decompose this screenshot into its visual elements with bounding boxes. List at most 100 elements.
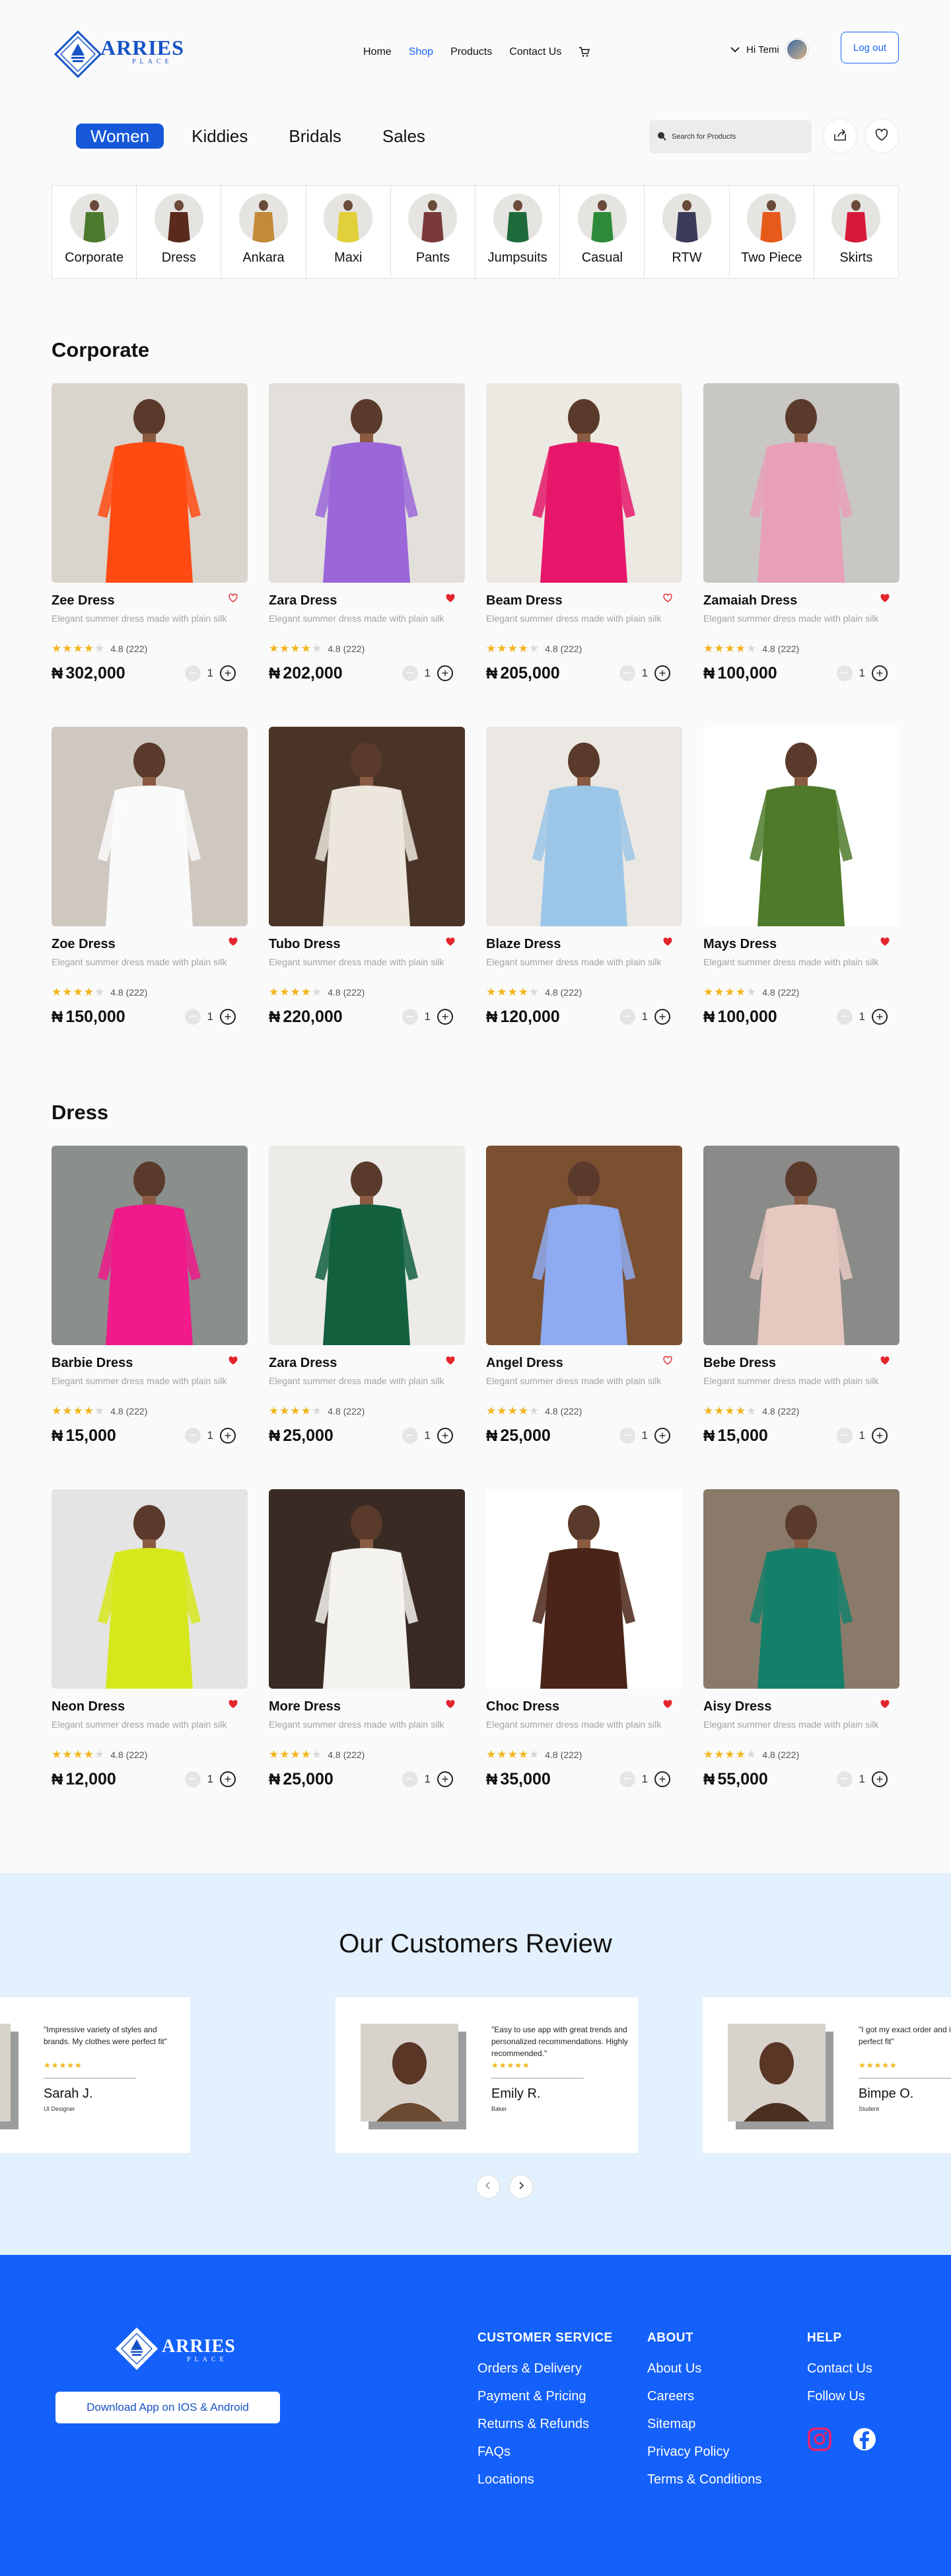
subcategory-item[interactable]: Ankara: [221, 186, 306, 278]
logout-button[interactable]: Log out: [841, 32, 899, 63]
footer-link[interactable]: Follow Us: [807, 2389, 872, 2404]
heart-icon[interactable]: [880, 937, 890, 947]
subcategory-item[interactable]: Dress: [137, 186, 222, 278]
heart-icon[interactable]: [662, 937, 673, 947]
footer-link[interactable]: Orders & Delivery: [477, 2361, 613, 2376]
heart-icon[interactable]: [880, 1356, 890, 1366]
product-card[interactable]: Zara Dress Elegant summer dress made with…: [269, 383, 465, 727]
footer-link[interactable]: Privacy Policy: [647, 2445, 761, 2460]
heart-icon[interactable]: [662, 593, 673, 604]
product-image[interactable]: [269, 727, 465, 926]
search-input[interactable]: Search for Products: [649, 120, 812, 153]
download-app-button[interactable]: Download App on IOS & Android: [55, 2392, 280, 2423]
minus-icon[interactable]: −: [184, 1428, 201, 1444]
product-card[interactable]: Blaze Dress Elegant summer dress made wit…: [486, 727, 682, 1070]
plus-icon[interactable]: +: [872, 1771, 888, 1787]
plus-icon[interactable]: +: [872, 1009, 888, 1025]
subcategory-item[interactable]: RTW: [645, 186, 730, 278]
share-button[interactable]: [823, 119, 857, 153]
plus-icon[interactable]: +: [437, 1771, 453, 1787]
product-image[interactable]: [486, 727, 682, 926]
heart-icon[interactable]: [880, 1699, 890, 1710]
product-image[interactable]: [52, 727, 248, 926]
product-card[interactable]: Zara Dress Elegant summer dress made with…: [269, 1146, 465, 1489]
plus-icon[interactable]: +: [437, 665, 453, 681]
minus-icon[interactable]: −: [184, 665, 201, 681]
product-card[interactable]: Angel Dress Elegant summer dress made wit…: [486, 1146, 682, 1489]
product-card[interactable]: Zamaiah Dress Elegant summer dress made w…: [703, 383, 899, 727]
subcategory-item[interactable]: Casual: [560, 186, 645, 278]
minus-icon[interactable]: −: [184, 1009, 201, 1025]
heart-icon[interactable]: [228, 1356, 238, 1366]
product-card[interactable]: Barbie Dress Elegant summer dress made wi…: [52, 1146, 248, 1489]
product-card[interactable]: Neon Dress Elegant summer dress made with…: [52, 1489, 248, 1833]
plus-icon[interactable]: +: [220, 1771, 236, 1787]
plus-icon[interactable]: +: [437, 1428, 453, 1444]
heart-icon[interactable]: [228, 1699, 238, 1710]
product-image[interactable]: [486, 1489, 682, 1689]
subcategory-item[interactable]: Maxi: [306, 186, 391, 278]
heart-icon[interactable]: [445, 1699, 456, 1710]
product-card[interactable]: More Dress Elegant summer dress made with…: [269, 1489, 465, 1833]
footer-link[interactable]: About Us: [647, 2361, 761, 2376]
cart-icon[interactable]: [579, 46, 590, 58]
product-image[interactable]: [486, 383, 682, 583]
heart-icon[interactable]: [880, 593, 890, 604]
minus-icon[interactable]: −: [402, 665, 418, 681]
plus-icon[interactable]: +: [654, 1428, 670, 1444]
heart-icon[interactable]: [445, 937, 456, 947]
tab-women[interactable]: Women: [76, 124, 164, 149]
footer-link[interactable]: Sitemap: [647, 2417, 761, 2432]
heart-icon[interactable]: [662, 1699, 673, 1710]
nav-home[interactable]: Home: [363, 46, 392, 58]
next-review-button[interactable]: [509, 2175, 533, 2199]
facebook-icon[interactable]: [852, 2427, 877, 2455]
plus-icon[interactable]: +: [220, 1428, 236, 1444]
product-image[interactable]: [703, 383, 899, 583]
prev-review-button[interactable]: [476, 2175, 500, 2199]
minus-icon[interactable]: −: [619, 1428, 635, 1444]
plus-icon[interactable]: +: [220, 665, 236, 681]
product-image[interactable]: [52, 383, 248, 583]
product-image[interactable]: [486, 1146, 682, 1345]
product-image[interactable]: [703, 1146, 899, 1345]
product-image[interactable]: [52, 1489, 248, 1689]
heart-icon[interactable]: [228, 593, 238, 604]
minus-icon[interactable]: −: [402, 1771, 418, 1787]
footer-link[interactable]: Returns & Refunds: [477, 2417, 613, 2432]
footer-logo[interactable]: ARRIES PLACE: [115, 2327, 236, 2373]
product-image[interactable]: [703, 1489, 899, 1689]
plus-icon[interactable]: +: [654, 1771, 670, 1787]
instagram-icon[interactable]: [807, 2427, 832, 2455]
product-image[interactable]: [269, 1489, 465, 1689]
nav-products[interactable]: Products: [450, 46, 492, 58]
chevron-down-icon[interactable]: [730, 44, 740, 55]
heart-icon[interactable]: [228, 937, 238, 947]
wishlist-button[interactable]: [864, 119, 899, 153]
footer-link[interactable]: Payment & Pricing: [477, 2389, 613, 2404]
tab-kiddies[interactable]: Kiddies: [178, 123, 261, 149]
tab-sales[interactable]: Sales: [369, 123, 439, 149]
product-card[interactable]: Zee Dress Elegant summer dress made with …: [52, 383, 248, 727]
heart-icon[interactable]: [445, 1356, 456, 1366]
nav-shop[interactable]: Shop: [409, 46, 433, 58]
footer-link[interactable]: Careers: [647, 2389, 761, 2404]
product-card[interactable]: Tubo Dress Elegant summer dress made with…: [269, 727, 465, 1070]
plus-icon[interactable]: +: [654, 1009, 670, 1025]
product-card[interactable]: Choc Dress Elegant summer dress made with…: [486, 1489, 682, 1833]
product-card[interactable]: Bebe Dress Elegant summer dress made with…: [703, 1146, 899, 1489]
product-card[interactable]: Mays Dress Elegant summer dress made with…: [703, 727, 899, 1070]
footer-link[interactable]: FAQs: [477, 2445, 613, 2460]
subcategory-item[interactable]: Pants: [391, 186, 476, 278]
minus-icon[interactable]: −: [836, 665, 853, 681]
product-image[interactable]: [703, 727, 899, 926]
heart-icon[interactable]: [662, 1356, 673, 1366]
minus-icon[interactable]: −: [619, 665, 635, 681]
footer-link[interactable]: Locations: [477, 2472, 613, 2487]
subcategory-item[interactable]: Corporate: [52, 186, 137, 278]
minus-icon[interactable]: −: [402, 1428, 418, 1444]
footer-link[interactable]: Terms & Conditions: [647, 2472, 761, 2487]
product-card[interactable]: Beam Dress Elegant summer dress made with…: [486, 383, 682, 727]
minus-icon[interactable]: −: [836, 1771, 853, 1787]
minus-icon[interactable]: −: [619, 1009, 635, 1025]
